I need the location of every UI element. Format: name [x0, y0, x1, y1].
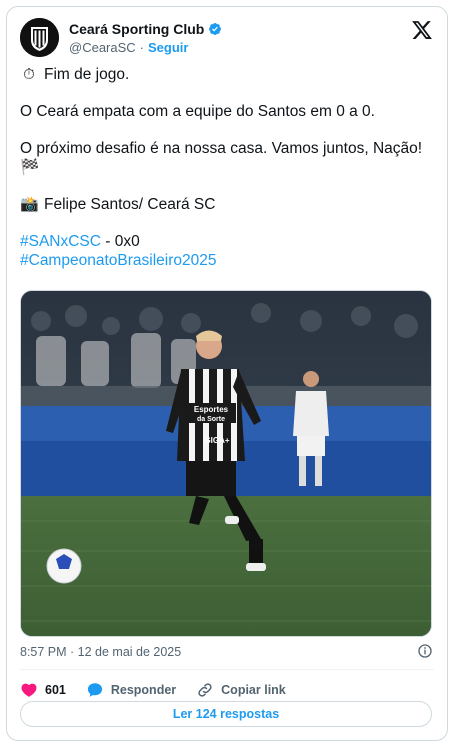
- photo-credit: Felipe Santos/ Ceará SC: [44, 196, 216, 213]
- text-line-6: #CampeonatoBrasileiro2025: [20, 251, 440, 270]
- info-icon[interactable]: [417, 643, 433, 659]
- tweet-text: ⏱ Fim de jogo. O Ceará empata com a equip…: [20, 65, 440, 270]
- reply-button[interactable]: Responder: [86, 681, 176, 699]
- x-logo-icon[interactable]: [411, 19, 433, 41]
- jersey-sponsor-2: GIGA+: [204, 436, 229, 445]
- club-crest-icon: [20, 18, 59, 57]
- jersey-sponsor: Esportes: [194, 405, 229, 414]
- text-line-4: 📸 Felipe Santos/ Ceará SC: [20, 195, 440, 214]
- ball: [46, 548, 82, 584]
- text-line-1: ⏱ Fim de jogo.: [20, 65, 440, 84]
- author-name-row: Ceará Sporting Club: [69, 21, 222, 37]
- text-line-5: #SANxCSC - 0x0: [20, 232, 440, 251]
- avatar[interactable]: [20, 18, 59, 57]
- checkered-flag-icon: 🏁: [20, 159, 40, 176]
- verified-badge-icon: [209, 23, 222, 35]
- heart-icon: [21, 683, 37, 697]
- jersey-sponsor-line-2: da Sorte: [197, 416, 225, 423]
- link-icon: [198, 683, 212, 697]
- author-handle[interactable]: @CearaSC: [69, 40, 136, 55]
- score-text: - 0x0: [100, 233, 140, 250]
- text-end-of-game: Fim de jogo.: [44, 66, 130, 83]
- stopwatch-icon: ⏱: [23, 66, 35, 83]
- divider: [20, 669, 434, 670]
- tweet-timestamp[interactable]: 8:57 PM · 12 de mai de 2025: [20, 645, 181, 659]
- like-count: 601: [45, 683, 66, 697]
- action-bar: 601 Responder Copiar link: [20, 678, 306, 702]
- read-replies-button[interactable]: Ler 124 respostas: [20, 701, 432, 727]
- separator: ·: [139, 40, 145, 55]
- handle-row: @CearaSC · Seguir: [69, 40, 188, 55]
- copy-link-button[interactable]: Copiar link: [196, 681, 286, 699]
- author-name[interactable]: Ceará Sporting Club: [69, 21, 204, 37]
- copy-link-label: Copiar link: [221, 683, 286, 697]
- hashtag-campeonato[interactable]: #CampeonatoBrasileiro2025: [20, 252, 216, 269]
- tweet-photo[interactable]: Esportes da Sorte GIGA+: [20, 290, 432, 637]
- hashtag-sanxcsc[interactable]: #SANxCSC: [20, 233, 101, 250]
- like-button[interactable]: 601: [20, 681, 66, 699]
- follow-button[interactable]: Seguir: [148, 40, 188, 55]
- match-photo: Esportes da Sorte GIGA+: [21, 291, 431, 636]
- camera-flash-icon: 📸: [20, 196, 39, 213]
- text-line-3: O próximo desafio é na nossa casa. Vamos…: [20, 140, 423, 157]
- text-line-2: O Ceará empata com a equipe do Santos em…: [20, 103, 375, 120]
- tweet-card: Ceará Sporting Club @CearaSC · Seguir ⏱ F…: [6, 6, 448, 741]
- reply-label: Responder: [110, 683, 177, 697]
- reply-bubble-icon: [87, 683, 102, 697]
